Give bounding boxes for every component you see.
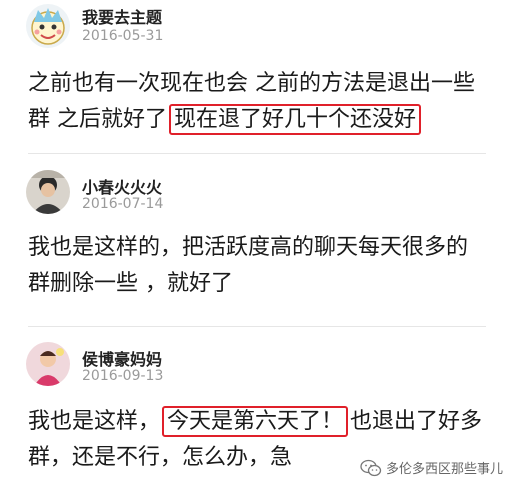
comment-date: 2016-09-13 [82,368,164,384]
comment-date: 2016-07-14 [82,196,164,212]
comment-text-line: 我也是这样的，把活跃度高的聊天每天很多的 [28,235,469,260]
comment-text-segment: 我也是这样， [28,409,161,434]
comment-text: 之前也有一次现在也会 之前的方法是退出一些 群 之后就好了 现在退了好几十个还没好 [28,66,488,138]
highlighted-text: 现在退了好几十个还没好 [169,104,422,135]
comment-username[interactable]: 小春火火火 [82,174,162,198]
child-photo-avatar-icon[interactable] [26,342,70,386]
comment-username[interactable]: 侯博豪妈妈 [82,346,162,370]
comment-text-line: 我也是这样， 今天是第六天了！ 也退出了好多 [28,404,488,440]
divider [28,326,486,327]
photo-avatar-icon[interactable] [26,170,70,214]
highlighted-text: 今天是第六天了！ [162,406,349,437]
comment-text-line: 群 之后就好了 现在退了好几十个还没好 [28,102,488,138]
divider [28,153,486,154]
wechat-icon [360,459,382,481]
comment-username[interactable]: 我要去主题 [82,4,162,28]
comment-text-segment: 也退出了好多 [350,409,483,434]
comment-text: 我也是这样的，把活跃度高的聊天每天很多的 群删除一些 ，就好了 [28,230,488,302]
comment-text-line: 之前也有一次现在也会 之前的方法是退出一些 [28,71,475,96]
comment-date: 2016-05-31 [82,28,164,44]
comment-text-line: 群删除一些 ，就好了 [28,271,233,296]
cartoon-face-icon[interactable] [26,4,70,48]
watermark-text: 多伦多西区那些事儿 [386,462,504,477]
comment-text-segment: 群 之后就好了 [28,107,167,132]
source-watermark: 多伦多西区那些事儿 [360,458,503,481]
